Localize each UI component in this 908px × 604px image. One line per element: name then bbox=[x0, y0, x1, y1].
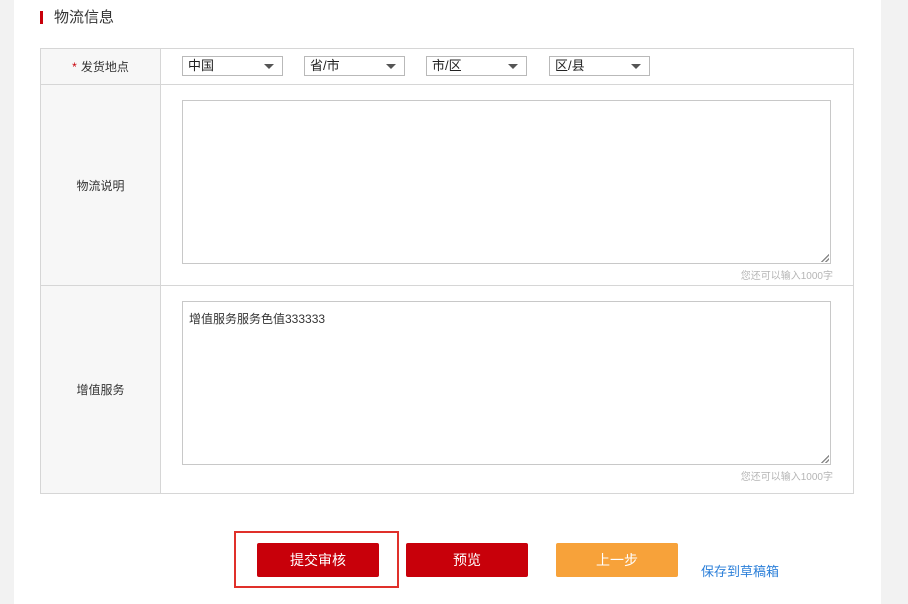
submit-review-button[interactable]: 提交审核 bbox=[257, 543, 379, 577]
value-added-char-hint: 您还可以输入1000字 bbox=[740, 472, 833, 483]
resize-handle-icon[interactable] bbox=[821, 254, 829, 262]
value-added-value: 增值服务服务色值333333 bbox=[189, 312, 326, 326]
value-added-label: 增值服务 bbox=[76, 383, 125, 397]
chevron-down-icon bbox=[631, 64, 641, 69]
country-select-value: 中国 bbox=[188, 58, 215, 73]
value-added-textarea[interactable]: 增值服务服务色值333333 bbox=[182, 301, 831, 465]
chevron-down-icon bbox=[386, 64, 396, 69]
logistics-note-label: 物流说明 bbox=[76, 178, 125, 193]
ship-from-label-cell: * 发货地点 bbox=[41, 49, 161, 84]
chevron-down-icon bbox=[508, 64, 518, 69]
logistics-note-textarea[interactable] bbox=[182, 100, 831, 264]
section-title: 物流信息 bbox=[54, 9, 115, 26]
previous-step-button[interactable]: 上一步 bbox=[556, 543, 678, 577]
preview-button[interactable]: 预览 bbox=[406, 543, 528, 577]
logistics-form-table: * 发货地点 中国 省/市 市/区 区/县 物流说明 您还可以输入1000字 增… bbox=[40, 48, 854, 494]
save-draft-link[interactable]: 保存到草稿箱 bbox=[701, 561, 779, 580]
logistics-note-row: 物流说明 您还可以输入1000字 bbox=[41, 85, 853, 286]
district-select[interactable]: 区/县 bbox=[549, 56, 650, 76]
city-select[interactable]: 市/区 bbox=[426, 56, 527, 76]
value-added-label-cell: 增值服务 bbox=[41, 286, 161, 493]
province-select[interactable]: 省/市 bbox=[304, 56, 405, 76]
ship-from-row: * 发货地点 中国 省/市 市/区 区/县 bbox=[41, 49, 853, 85]
district-select-value: 区/县 bbox=[555, 58, 585, 73]
required-mark: * bbox=[72, 59, 77, 74]
ship-from-label: 发货地点 bbox=[80, 60, 129, 74]
city-select-value: 市/区 bbox=[432, 58, 462, 73]
logistics-note-label-cell: 物流说明 bbox=[41, 85, 161, 285]
chevron-down-icon bbox=[264, 64, 274, 69]
country-select[interactable]: 中国 bbox=[182, 56, 283, 76]
value-added-row: 增值服务 增值服务服务色值333333 您还可以输入1000字 bbox=[41, 286, 853, 493]
logistics-note-char-hint: 您还可以输入1000字 bbox=[740, 271, 833, 282]
resize-handle-icon[interactable] bbox=[821, 455, 829, 463]
province-select-value: 省/市 bbox=[310, 58, 340, 73]
